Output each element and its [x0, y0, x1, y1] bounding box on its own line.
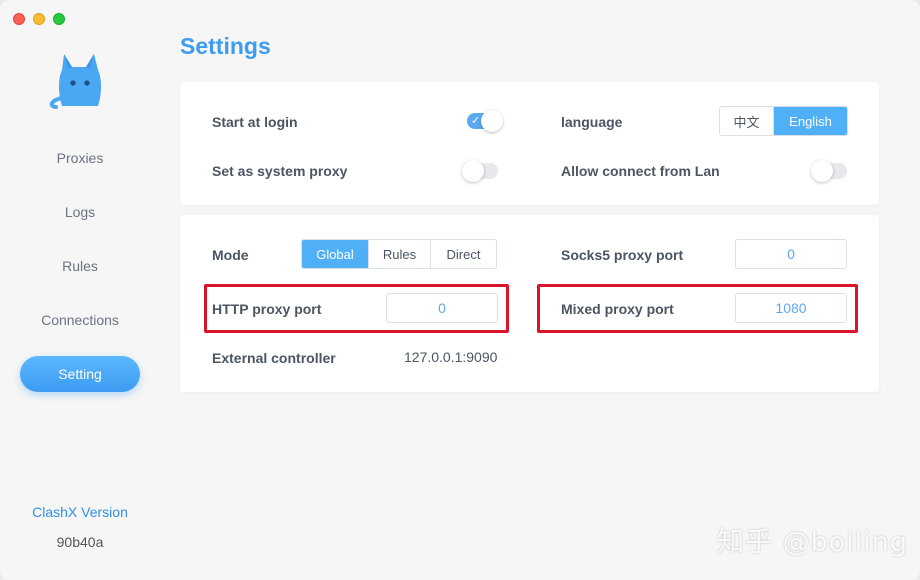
- language-selector[interactable]: 中文 English: [719, 106, 848, 136]
- sidebar-item-rules[interactable]: Rules: [20, 248, 140, 284]
- http-port-input[interactable]: [386, 293, 498, 323]
- mixed-port-label: Mixed proxy port: [561, 301, 674, 317]
- socks5-port-input[interactable]: [735, 239, 847, 269]
- mode-option-direct[interactable]: Direct: [431, 240, 496, 268]
- version-value: 90b40a: [56, 534, 104, 550]
- allow-lan-toggle[interactable]: [811, 160, 847, 182]
- language-option-english[interactable]: English: [774, 107, 847, 135]
- sidebar-item-proxies[interactable]: Proxies: [20, 140, 140, 176]
- sidebar-item-logs[interactable]: Logs: [20, 194, 140, 230]
- version-label: ClashX Version: [32, 504, 128, 520]
- socks5-port-label: Socks5 proxy port: [561, 247, 684, 263]
- page-title: Settings: [180, 33, 271, 59]
- proxy-settings-card: Mode Global Rules Direct Socks5 proxy po…: [180, 215, 879, 392]
- language-label: language: [561, 114, 623, 130]
- external-controller-value: 127.0.0.1:9090: [404, 349, 498, 365]
- mode-label: Mode: [212, 247, 249, 263]
- sidebar-item-connections[interactable]: Connections: [20, 302, 140, 338]
- external-controller-label: External controller: [212, 350, 336, 366]
- language-option-chinese[interactable]: 中文: [720, 107, 774, 135]
- system-proxy-toggle[interactable]: [462, 160, 498, 182]
- http-port-label: HTTP proxy port: [212, 301, 322, 317]
- check-icon: ✓: [471, 115, 481, 127]
- mode-option-rules[interactable]: Rules: [369, 240, 431, 268]
- mode-selector[interactable]: Global Rules Direct: [301, 239, 497, 269]
- sidebar-item-setting[interactable]: Setting: [20, 356, 140, 392]
- mixed-port-input[interactable]: [735, 293, 847, 323]
- mode-option-global[interactable]: Global: [302, 240, 369, 268]
- system-proxy-label: Set as system proxy: [212, 163, 348, 179]
- watermark: 知乎 @boiling: [717, 527, 908, 558]
- general-settings-card: Start at login ✓ language 中文 English Set…: [180, 82, 879, 205]
- allow-lan-label: Allow connect from Lan: [561, 163, 720, 179]
- sidebar: Proxies Logs Rules Connections Setting C…: [0, 0, 160, 580]
- start-at-login-label: Start at login: [212, 114, 298, 130]
- cat-logo-icon: [49, 54, 101, 109]
- start-at-login-toggle[interactable]: ✓: [467, 110, 503, 132]
- app-window: Proxies Logs Rules Connections Setting C…: [0, 0, 920, 580]
